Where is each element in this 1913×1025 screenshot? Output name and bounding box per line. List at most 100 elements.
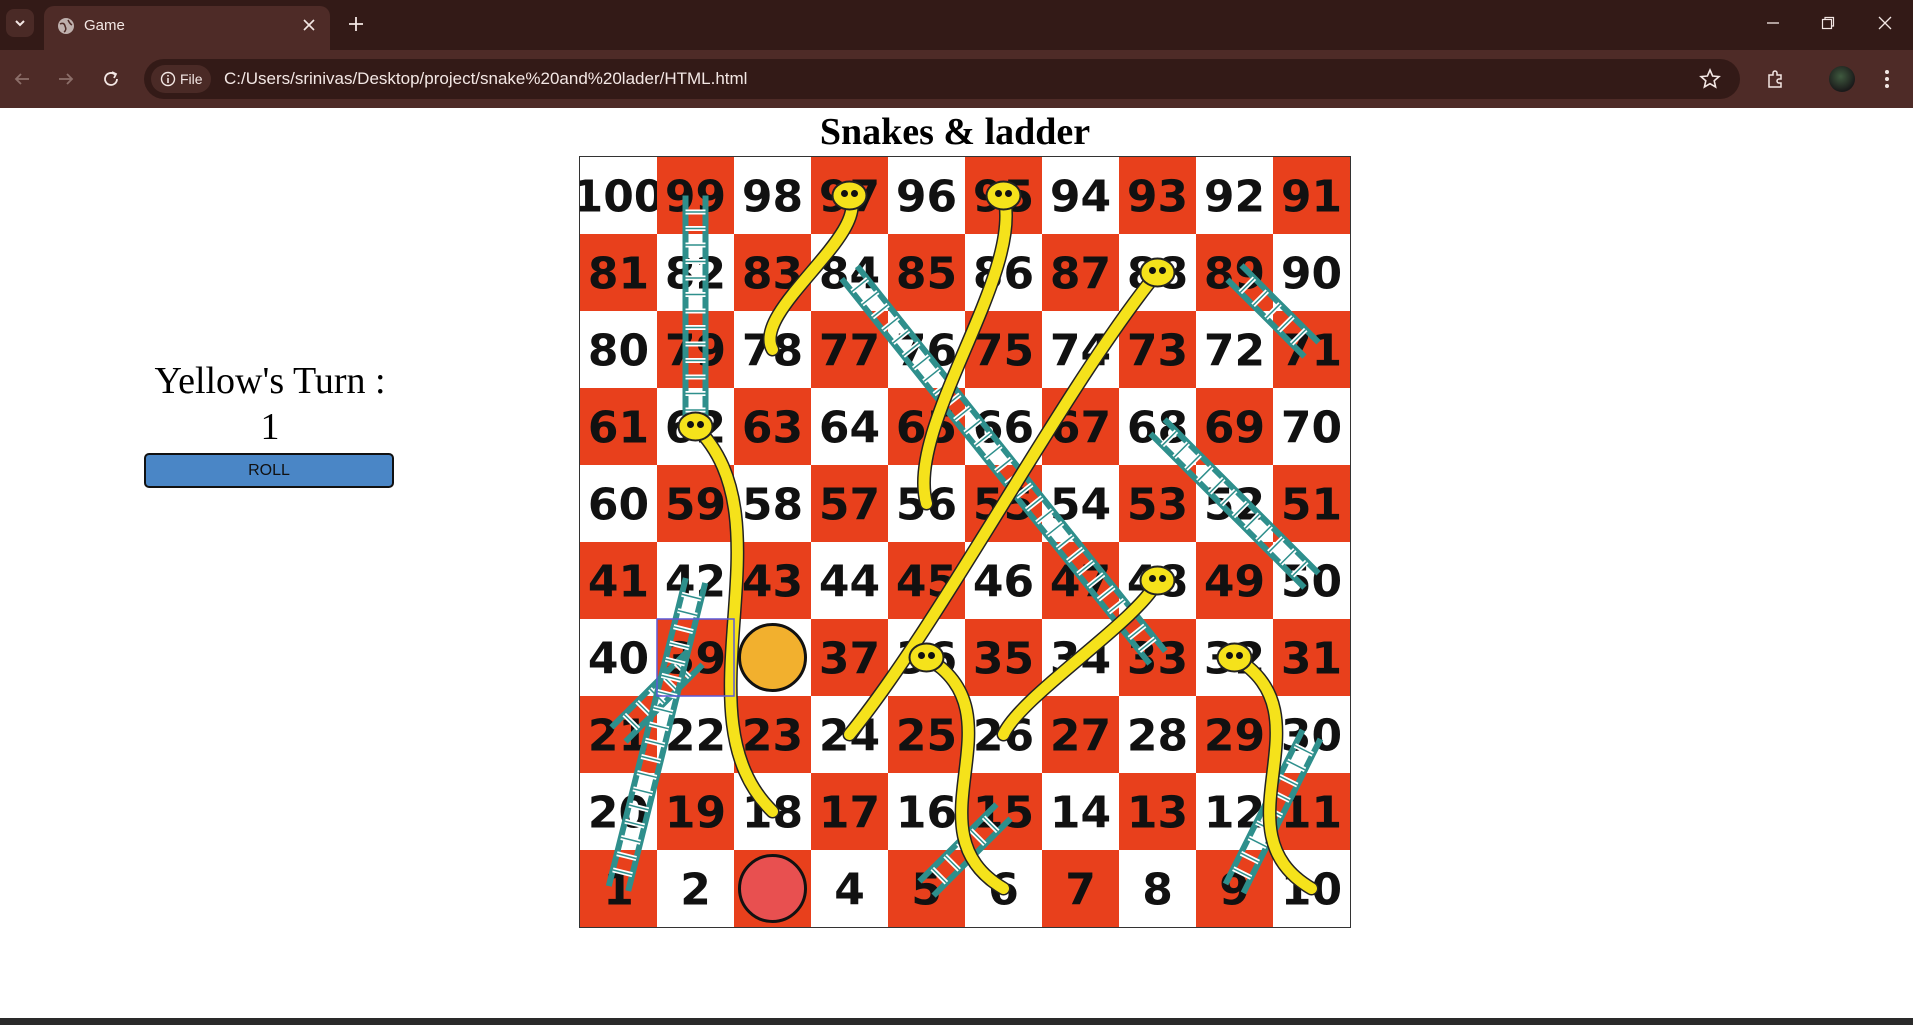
board-cell: 29 xyxy=(1196,696,1273,773)
cell-number: 44 xyxy=(819,557,880,608)
cell-number: 46 xyxy=(973,557,1034,608)
cell-number: 73 xyxy=(1127,326,1188,377)
board-cell: 31 xyxy=(1273,619,1350,696)
plus-icon[interactable] xyxy=(344,12,368,36)
cell-number: 89 xyxy=(1204,249,1265,300)
browser-tab-bar: Game xyxy=(0,0,1913,50)
cell-number: 16 xyxy=(896,788,957,839)
cell-number: 79 xyxy=(665,326,726,377)
cell-number: 98 xyxy=(742,172,803,223)
chevron-down-icon xyxy=(15,20,25,27)
avatar[interactable] xyxy=(1829,66,1855,92)
globe-icon xyxy=(58,18,74,34)
board-cell: 13 xyxy=(1119,773,1196,850)
board-cell: 63 xyxy=(734,388,811,465)
cell-number: 27 xyxy=(1050,711,1111,762)
window-close-icon[interactable] xyxy=(1867,8,1903,38)
board-cell: 19 xyxy=(657,773,734,850)
cell-number: 63 xyxy=(742,403,803,454)
extensions-icon[interactable] xyxy=(1762,65,1790,93)
board-cell: 25 xyxy=(888,696,965,773)
board-cell: 100 xyxy=(580,157,664,234)
minimize-icon[interactable] xyxy=(1755,8,1791,38)
board-cell: 27 xyxy=(1042,696,1119,773)
yellow-token xyxy=(738,623,807,692)
board-cell: 51 xyxy=(1273,465,1350,542)
forward-icon[interactable] xyxy=(52,65,80,93)
roll-button[interactable]: ROLL xyxy=(144,453,394,488)
cell-number: 81 xyxy=(588,249,649,300)
page-title: Snakes & ladder xyxy=(819,111,1091,153)
board-cell: 90 xyxy=(1273,234,1350,311)
cell-number: 14 xyxy=(1050,788,1111,839)
cell-number: 7 xyxy=(1065,865,1096,916)
board-cell: 14 xyxy=(1042,773,1119,850)
board-cell: 94 xyxy=(1042,157,1119,234)
address-bar[interactable]: File C:/Users/srinivas/Desktop/project/s… xyxy=(144,59,1740,99)
board-cell: 58 xyxy=(734,465,811,542)
board-cell: 73 xyxy=(1119,311,1196,388)
cell-number: 4 xyxy=(834,865,865,916)
board-cell: 84 xyxy=(811,234,888,311)
restore-icon[interactable] xyxy=(1810,8,1846,38)
bottom-edge xyxy=(0,1018,1913,1025)
board-cell: 92 xyxy=(1196,157,1273,234)
cell-number: 94 xyxy=(1050,172,1111,223)
board-cell: 43 xyxy=(734,542,811,619)
back-icon[interactable] xyxy=(8,65,36,93)
cell-number: 49 xyxy=(1204,557,1265,608)
cell-number: 68 xyxy=(1127,403,1188,454)
reload-icon[interactable] xyxy=(97,65,125,93)
cell-number: 31 xyxy=(1281,634,1342,685)
board-cell: 98 xyxy=(734,157,811,234)
cell-number: 29 xyxy=(1204,711,1265,762)
close-icon[interactable] xyxy=(298,14,320,36)
tab-title: Game xyxy=(84,17,125,34)
cell-number: 57 xyxy=(819,480,880,531)
board-canvas: 1009998979695949392918182838485868788899… xyxy=(580,157,1350,927)
cell-number: 99 xyxy=(665,172,726,223)
cell-number: 19 xyxy=(665,788,726,839)
board-cell: 64 xyxy=(811,388,888,465)
url-text[interactable]: C:/Users/srinivas/Desktop/project/snake%… xyxy=(224,69,747,89)
star-icon[interactable] xyxy=(1698,67,1722,91)
info-icon xyxy=(160,71,176,87)
cell-number: 53 xyxy=(1127,480,1188,531)
cell-number: 72 xyxy=(1204,326,1265,377)
board-cell: 80 xyxy=(580,311,657,388)
cell-number: 60 xyxy=(588,480,649,531)
cell-number: 37 xyxy=(819,634,880,685)
more-icon[interactable] xyxy=(1873,65,1901,93)
site-info-chip[interactable]: File xyxy=(151,65,211,93)
cell-number: 64 xyxy=(819,403,880,454)
board-cell: 44 xyxy=(811,542,888,619)
board-cell: 2 xyxy=(657,850,734,927)
board-cell: 85 xyxy=(888,234,965,311)
cell-number: 13 xyxy=(1127,788,1188,839)
board-cell: 4 xyxy=(811,850,888,927)
tab-search-button[interactable] xyxy=(6,9,34,37)
board-cell: 40 xyxy=(580,619,657,696)
red-token xyxy=(738,854,807,923)
cell-number: 51 xyxy=(1281,480,1342,531)
tab-game[interactable]: Game xyxy=(44,6,330,50)
cell-number: 41 xyxy=(588,557,649,608)
cell-number: 40 xyxy=(588,634,649,685)
turn-label: Yellow's Turn : xyxy=(154,360,386,402)
board-cell: 49 xyxy=(1196,542,1273,619)
cell-number: 87 xyxy=(1050,249,1111,300)
board-cell: 52 xyxy=(1196,465,1273,542)
cell-number: 35 xyxy=(973,634,1034,685)
board-cell: 28 xyxy=(1119,696,1196,773)
board-cell: 42 xyxy=(657,542,734,619)
ladder xyxy=(682,195,709,427)
cell-number: 20 xyxy=(588,788,649,839)
cell-number: 69 xyxy=(1204,403,1265,454)
board-cell: 99 xyxy=(657,157,734,234)
cell-number: 25 xyxy=(896,711,957,762)
cell-number: 17 xyxy=(819,788,880,839)
cell-number: 91 xyxy=(1281,172,1342,223)
cell-number: 92 xyxy=(1204,172,1265,223)
cell-number: 93 xyxy=(1127,172,1188,223)
browser-toolbar: File C:/Users/srinivas/Desktop/project/s… xyxy=(0,50,1913,108)
